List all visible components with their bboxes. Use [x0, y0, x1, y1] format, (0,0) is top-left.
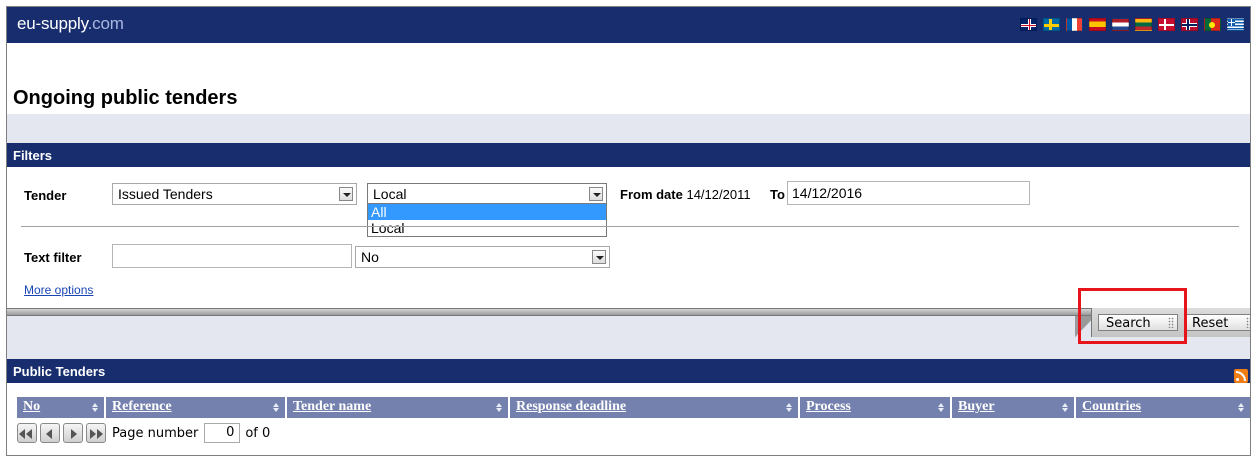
tender-type-select[interactable]: Issued Tenders [112, 183, 357, 205]
column-header-label: Tender name [293, 399, 372, 414]
column-header-buyer[interactable]: Buyer [952, 397, 1076, 418]
reset-button[interactable]: Reset [1184, 314, 1250, 331]
column-header-tender-name[interactable]: Tender name [287, 397, 510, 418]
filters-header: Filters [7, 143, 1250, 167]
last-page-icon [90, 429, 96, 439]
results-table-header: No Reference Tender name Response deadli… [17, 397, 1250, 418]
language-flags [1020, 18, 1244, 31]
filter-toolbar-strip [7, 308, 1250, 316]
sort-icon[interactable] [92, 403, 98, 413]
public-tenders-header: Public Tenders [7, 359, 1250, 383]
next-page-button[interactable] [63, 423, 83, 443]
pagination: Page number 0 of 0 [17, 422, 270, 444]
scope-option-local[interactable]: Local [368, 220, 606, 236]
column-header-label: Countries [1082, 399, 1142, 414]
column-header-reference[interactable]: Reference [106, 397, 287, 418]
lithuanian-flag-icon[interactable] [1135, 18, 1152, 31]
to-date-input[interactable]: 14/12/2016 [787, 181, 1030, 205]
top-bar: eu-supply.com [7, 7, 1250, 43]
first-page-button[interactable] [17, 423, 37, 443]
french-flag-icon[interactable] [1066, 18, 1083, 31]
sort-icon[interactable] [273, 403, 279, 413]
sort-icon[interactable] [938, 403, 944, 413]
column-header-process[interactable]: Process [800, 397, 952, 418]
text-filter-mode-value: No [361, 249, 379, 265]
spanish-flag-icon[interactable] [1089, 18, 1106, 31]
tender-type-value: Issued Tenders [118, 186, 213, 202]
sort-icon[interactable] [1062, 403, 1068, 413]
sort-icon[interactable] [1238, 403, 1244, 413]
tender-label: Tender [24, 188, 67, 203]
previous-page-icon [46, 429, 52, 439]
brand-suffix: .com [87, 14, 124, 33]
chevron-down-icon[interactable] [339, 187, 353, 201]
brand-name: eu-supply [17, 14, 88, 33]
page-total: of 0 [245, 425, 271, 441]
page-title: Ongoing public tenders [13, 87, 238, 109]
from-date-label-text: From date [620, 187, 683, 202]
scope-select[interactable]: Local [367, 183, 607, 205]
toolbar-band [7, 316, 1250, 359]
portuguese-flag-icon[interactable] [1204, 18, 1221, 31]
scope-option-all[interactable]: All [368, 204, 606, 220]
column-header-label: Process [806, 399, 851, 414]
previous-page-button[interactable] [40, 423, 60, 443]
filter-divider [21, 226, 1239, 227]
title-divider-band [7, 114, 1250, 143]
chevron-down-icon[interactable] [589, 187, 603, 201]
app-window: eu-supply.com Ongoing public tenders Fil… [6, 6, 1251, 456]
danish-flag-icon[interactable] [1158, 18, 1175, 31]
sort-icon[interactable] [496, 403, 502, 413]
to-label: To [770, 187, 785, 202]
swedish-flag-icon[interactable] [1043, 18, 1060, 31]
sort-icon[interactable] [786, 403, 792, 413]
first-page-icon [19, 429, 25, 439]
column-header-label: Reference [112, 399, 172, 414]
column-header-label: No [23, 399, 41, 414]
norwegian-flag-icon[interactable] [1181, 18, 1198, 31]
scope-value: Local [373, 186, 407, 202]
column-header-label: Buyer [958, 399, 995, 414]
next-page-icon [71, 429, 77, 439]
scope-dropdown-list: All Local [367, 203, 607, 237]
greek-flag-icon[interactable] [1227, 18, 1244, 31]
chevron-down-icon[interactable] [592, 250, 606, 264]
more-options-link[interactable]: More options [24, 283, 93, 297]
search-highlight-box [1078, 288, 1187, 344]
site-logo[interactable]: eu-supply.com [17, 14, 124, 34]
grip-icon [1246, 317, 1250, 328]
column-header-countries[interactable]: Countries [1076, 397, 1250, 418]
column-header-label: Response deadline [516, 399, 627, 414]
dutch-flag-icon[interactable] [1112, 18, 1129, 31]
column-header-no[interactable]: No [17, 397, 106, 418]
from-date-label: From date 14/12/2011 [620, 187, 751, 202]
from-date-value[interactable]: 14/12/2011 [686, 187, 750, 202]
reset-button-label: Reset [1192, 316, 1229, 331]
column-header-response-deadline[interactable]: Response deadline [510, 397, 800, 418]
last-page-button[interactable] [86, 423, 106, 443]
rss-feed-icon[interactable] [1234, 369, 1248, 383]
text-filter-label: Text filter [24, 250, 82, 265]
page-number-label: Page number [112, 425, 199, 441]
page-number-input[interactable]: 0 [204, 423, 241, 443]
text-filter-mode-select[interactable]: No [355, 246, 610, 268]
english-flag-icon[interactable] [1020, 18, 1037, 31]
text-filter-input[interactable] [112, 244, 352, 268]
